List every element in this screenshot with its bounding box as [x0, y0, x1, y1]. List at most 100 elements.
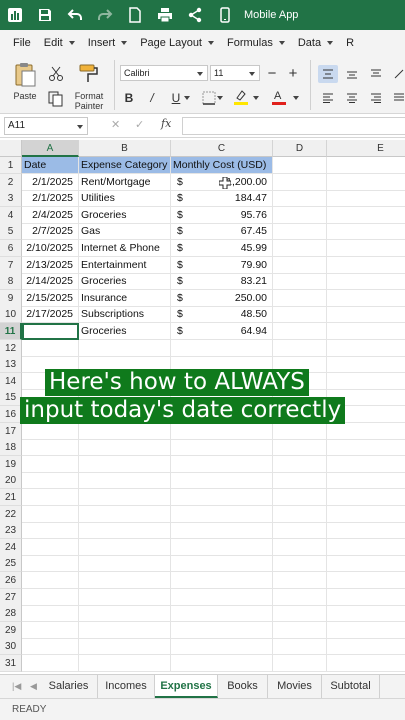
name-box[interactable]: A11 [4, 117, 88, 135]
cell-a1[interactable]: Date [22, 157, 79, 174]
cell-e8[interactable] [327, 273, 405, 291]
row-header[interactable]: 30 [0, 638, 22, 656]
cell-e17[interactable] [327, 423, 405, 440]
menu-item-page-layout[interactable]: Page Layout [140, 37, 214, 49]
cell-d2[interactable] [273, 173, 327, 191]
cell-c22[interactable] [171, 505, 273, 523]
paste-icon[interactable] [12, 62, 38, 88]
sheet-tab-incomes[interactable]: Incomes [98, 675, 155, 698]
cell-b9[interactable]: Insurance [79, 289, 171, 307]
save-icon[interactable] [30, 0, 60, 30]
cell-a18[interactable] [22, 439, 79, 457]
cell-c7[interactable]: $79.90 [171, 256, 273, 274]
cell-b29[interactable] [79, 621, 171, 639]
cell-c17[interactable] [171, 422, 273, 440]
cell-a4[interactable]: 2/4/2025 [22, 206, 79, 224]
cell-d7[interactable] [273, 256, 327, 274]
cell-e19[interactable] [327, 456, 405, 473]
row-header[interactable]: 24 [0, 538, 22, 556]
new-file-icon[interactable] [120, 0, 150, 30]
cell-b20[interactable] [79, 472, 171, 490]
cell-e7[interactable] [327, 257, 405, 274]
align-left-icon[interactable] [318, 89, 338, 107]
cell-c30[interactable] [171, 638, 273, 656]
cell-a10[interactable]: 2/17/2025 [22, 306, 79, 324]
align-middle-icon[interactable] [342, 65, 362, 83]
cell-d18[interactable] [273, 439, 327, 457]
cell-b17[interactable] [79, 422, 171, 440]
row-header[interactable]: 2 [0, 173, 22, 191]
cell-a21[interactable] [22, 489, 79, 506]
cell-e5[interactable] [327, 223, 405, 241]
cell-e27[interactable] [327, 589, 405, 606]
cell-e30[interactable] [327, 638, 405, 656]
cell-e2[interactable] [327, 174, 405, 191]
row-header[interactable]: 23 [0, 522, 22, 540]
row-header[interactable]: 7 [0, 256, 22, 274]
font-size-select[interactable]: 11 [210, 65, 260, 81]
cell-d27[interactable] [273, 588, 327, 606]
cell-d29[interactable] [273, 621, 327, 639]
app-title[interactable]: Mobile App [244, 9, 298, 21]
cell-e18[interactable] [327, 439, 405, 457]
sheet-tab-subtotal[interactable]: Subtotal [322, 675, 380, 698]
cell-b28[interactable] [79, 605, 171, 623]
cell-c9[interactable]: $250.00 [171, 289, 273, 307]
cell-c3[interactable]: $184.47 [171, 190, 273, 208]
column-header-d[interactable]: D [273, 140, 327, 157]
cell-c10[interactable]: $48.50 [171, 306, 273, 324]
share-icon[interactable] [180, 0, 210, 30]
previous-sheet-icon[interactable]: ◀ [30, 681, 37, 692]
menu-item-r[interactable]: R [346, 37, 354, 49]
cell-a22[interactable] [22, 505, 79, 523]
cell-e3[interactable] [327, 190, 405, 208]
cell-d28[interactable] [273, 605, 327, 623]
align-center-icon[interactable] [342, 89, 362, 107]
row-header[interactable]: 26 [0, 572, 22, 589]
align-top-icon[interactable] [318, 65, 338, 83]
formula-input[interactable] [182, 117, 405, 135]
chevron-down-icon[interactable] [252, 94, 260, 102]
cell-d4[interactable] [273, 206, 327, 224]
cell-c8[interactable]: $83.21 [171, 273, 273, 291]
cell-b4[interactable]: Groceries [79, 206, 171, 224]
cell-b5[interactable]: Gas [79, 223, 171, 241]
select-all-corner[interactable] [0, 140, 22, 157]
cell-c29[interactable] [171, 621, 273, 639]
redo-icon[interactable] [90, 0, 120, 30]
sheet-tab-salaries[interactable]: Salaries [40, 675, 98, 698]
sheet-tab-books[interactable]: Books [218, 675, 268, 698]
cell-a31[interactable] [22, 655, 79, 672]
cell-d31[interactable] [273, 655, 327, 672]
row-header[interactable]: 18 [0, 439, 22, 457]
row-header[interactable]: 19 [0, 455, 22, 473]
paste-label[interactable]: Paste [10, 91, 40, 101]
row-header[interactable]: 28 [0, 605, 22, 623]
cell-a12[interactable] [22, 339, 79, 357]
sheet-tab-movies[interactable]: Movies [268, 675, 322, 698]
cell-b11[interactable]: Groceries [79, 323, 171, 340]
row-header[interactable]: 14 [0, 372, 22, 390]
row-header[interactable]: 5 [0, 223, 22, 241]
cut-icon[interactable] [48, 66, 64, 82]
cell-e20[interactable] [327, 472, 405, 490]
row-header[interactable]: 21 [0, 489, 22, 506]
cell-c24[interactable] [171, 538, 273, 556]
cell-a27[interactable] [22, 588, 79, 606]
cell-b8[interactable]: Groceries [79, 273, 171, 291]
cell-b31[interactable] [79, 655, 171, 672]
cell-d23[interactable] [273, 522, 327, 540]
cell-a8[interactable]: 2/14/2025 [22, 273, 79, 291]
cell-e6[interactable] [327, 240, 405, 257]
cell-e10[interactable] [327, 306, 405, 324]
row-header[interactable]: 11 [0, 323, 22, 340]
row-header[interactable]: 31 [0, 655, 22, 672]
row-header[interactable]: 3 [0, 190, 22, 208]
cell-e12[interactable] [327, 340, 405, 357]
undo-icon[interactable] [60, 0, 90, 30]
cell-e26[interactable] [327, 572, 405, 589]
cell-c19[interactable] [171, 455, 273, 473]
cell-c12[interactable] [171, 339, 273, 357]
cell-b22[interactable] [79, 505, 171, 523]
row-header[interactable]: 29 [0, 621, 22, 639]
